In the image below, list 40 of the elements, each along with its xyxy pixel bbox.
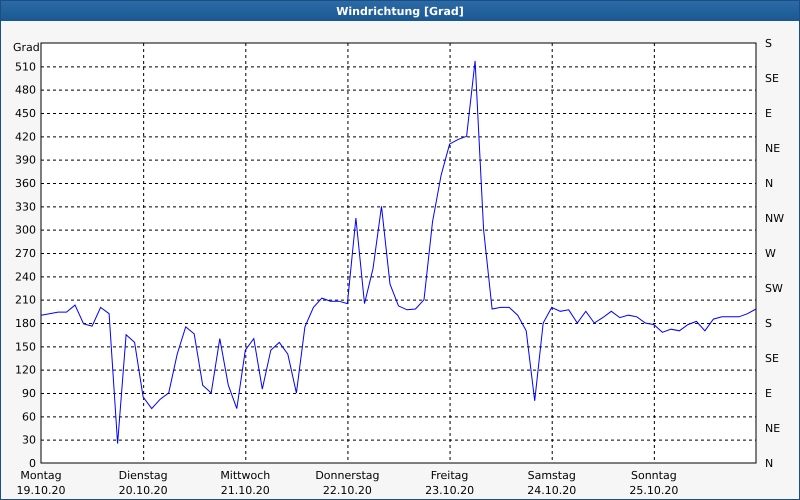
y-axis-label: 60 <box>22 410 36 424</box>
y-axis-label: 240 <box>15 270 36 284</box>
compass-direction-label: NE <box>765 142 780 155</box>
x-axis-label: Dienstag 20.10.20 <box>118 469 168 497</box>
y-axis-label: 510 <box>15 60 36 74</box>
compass-direction-label: W <box>765 247 776 260</box>
compass-direction-label: NE <box>765 422 780 435</box>
compass-direction-label: S <box>765 37 772 50</box>
y-axis-label: 0 <box>29 457 36 470</box>
x-axis-label: Sonntag 25.10.20 <box>629 469 678 497</box>
y-axis-label: 360 <box>15 177 36 190</box>
compass-direction-label: SW <box>765 282 783 295</box>
y-axis-label: 210 <box>15 294 36 307</box>
compass-direction-label: SE <box>765 352 779 365</box>
compass-direction-label: NW <box>765 212 784 225</box>
compass-direction-label: S <box>765 317 772 330</box>
compass-direction-label: SE <box>765 72 779 85</box>
y-axis-label: 120 <box>15 364 36 377</box>
y-axis-label: 150 <box>15 340 36 354</box>
compass-direction-label: E <box>765 387 772 400</box>
y-axis-label: 480 <box>15 84 36 97</box>
y-axis-unit: Grad <box>13 41 40 54</box>
y-axis-label: 30 <box>22 434 36 447</box>
y-axis-label: 420 <box>15 130 36 144</box>
x-axis-label: Mittwoch 21.10.20 <box>220 469 270 497</box>
compass-direction-label: N <box>765 177 774 190</box>
y-axis-label: 330 <box>15 200 36 214</box>
y-axis-label: 390 <box>15 154 36 167</box>
x-axis-label: Freitag 23.10.20 <box>425 469 474 497</box>
y-axis-label: 90 <box>22 387 36 400</box>
y-axis-label: 450 <box>15 107 36 120</box>
x-axis-label: Donnerstag 22.10.20 <box>315 469 380 497</box>
y-axis-label: 180 <box>15 317 36 330</box>
y-axis-label: 300 <box>15 224 36 237</box>
compass-direction-label: N <box>765 457 774 470</box>
x-axis-label: Samstag 24.10.20 <box>527 469 576 497</box>
compass-direction-label: E <box>765 107 772 120</box>
y-axis-label: 270 <box>15 247 36 260</box>
x-axis-label: Montag 19.10.20 <box>16 469 66 497</box>
window-title: Windrichtung [Grad] <box>1 1 799 21</box>
